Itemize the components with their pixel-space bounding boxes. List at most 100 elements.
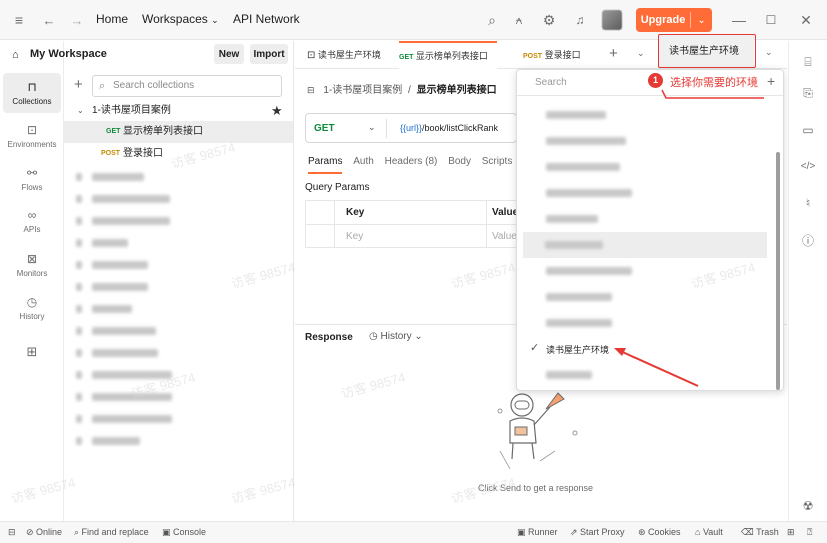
comments-icon[interactable]: ▭ bbox=[798, 120, 818, 140]
invite-user-icon[interactable]: ⍲ bbox=[510, 11, 528, 29]
tab-get-rank[interactable]: GET 显示榜单列表接口 bbox=[399, 41, 497, 69]
environment-search-input[interactable]: Search bbox=[535, 77, 567, 88]
list-item[interactable] bbox=[92, 327, 156, 335]
console-button[interactable]: ▣ Console bbox=[162, 527, 206, 538]
request-row[interactable]: GET 显示榜单列表接口 bbox=[64, 121, 293, 143]
list-item[interactable] bbox=[92, 349, 158, 357]
breadcrumb-request[interactable]: 显示榜单列表接口 bbox=[417, 85, 497, 96]
list-item[interactable] bbox=[92, 437, 140, 445]
trash-button[interactable]: ⌫ Trash bbox=[741, 527, 779, 538]
file-icon[interactable]: ⎘ bbox=[798, 83, 818, 103]
rail-configure[interactable]: ⊞ bbox=[3, 333, 61, 373]
search-icon[interactable]: ⌕ bbox=[483, 11, 501, 29]
list-item[interactable] bbox=[76, 283, 82, 291]
tab-post-login[interactable]: POST 登录接口 bbox=[523, 41, 603, 69]
subtab-auth[interactable]: Auth bbox=[353, 156, 374, 167]
list-item[interactable] bbox=[76, 327, 82, 335]
list-item[interactable] bbox=[76, 415, 82, 423]
list-item[interactable] bbox=[92, 173, 144, 181]
settings-icon[interactable]: ⚙ bbox=[540, 11, 558, 29]
list-item[interactable] bbox=[92, 261, 148, 269]
code-icon[interactable]: </> bbox=[798, 156, 818, 176]
online-status[interactable]: ⊘ Online bbox=[26, 527, 62, 538]
list-item[interactable] bbox=[76, 437, 82, 445]
upgrade-button[interactable]: Upgrade ⌄ bbox=[636, 8, 712, 32]
back-arrow-icon[interactable]: ← bbox=[40, 11, 58, 29]
api-network-link[interactable]: API Network bbox=[233, 12, 300, 26]
add-icon[interactable]: + bbox=[74, 76, 83, 93]
add-tab-icon[interactable]: + bbox=[609, 45, 618, 62]
subtab-params[interactable]: Params bbox=[308, 156, 343, 174]
close-icon[interactable]: ✕ bbox=[797, 11, 815, 29]
collection-row[interactable]: ⌄ 1-读书屋项目案例 ★ bbox=[64, 100, 293, 122]
workspaces-menu[interactable]: Workspaces ⌄ bbox=[142, 12, 219, 26]
maximize-icon[interactable]: ☐ bbox=[762, 11, 780, 29]
list-item[interactable] bbox=[76, 261, 82, 269]
dropdown-scrollbar[interactable] bbox=[776, 152, 780, 390]
minimize-icon[interactable]: — bbox=[730, 11, 748, 29]
sidebar-toggle-icon[interactable]: ⊟ bbox=[8, 527, 16, 538]
list-item[interactable] bbox=[76, 195, 82, 203]
start-proxy-button[interactable]: ⇗ Start Proxy bbox=[570, 527, 625, 538]
vault-button[interactable]: ⌂ Vault bbox=[695, 527, 723, 537]
runner-button[interactable]: ▣ Runner bbox=[517, 527, 558, 538]
layout-icon[interactable]: ⊞ bbox=[787, 527, 795, 538]
table-divider bbox=[486, 201, 487, 248]
upgrade-chevron-icon[interactable]: ⌄ bbox=[691, 15, 712, 26]
list-item[interactable] bbox=[92, 195, 170, 203]
workspace-title[interactable]: My Workspace bbox=[30, 48, 107, 60]
request-subtabs: Params Auth Headers (8) Body Scripts bbox=[308, 156, 513, 174]
tabs-dropdown-icon[interactable]: ⌄ bbox=[637, 48, 645, 59]
subtab-scripts[interactable]: Scripts bbox=[482, 156, 513, 167]
cookies-button[interactable]: ⊛ Cookies bbox=[638, 527, 681, 538]
rail-collections[interactable]: ⊓ Collections bbox=[3, 73, 61, 113]
list-item[interactable] bbox=[92, 415, 172, 423]
hamburger-icon[interactable]: ≡ bbox=[10, 11, 28, 29]
import-button[interactable]: Import bbox=[250, 44, 288, 64]
url-input[interactable]: {{url}}/book/listClickRank bbox=[400, 123, 498, 133]
key-input[interactable]: Key bbox=[346, 231, 363, 242]
subtab-body[interactable]: Body bbox=[448, 156, 471, 167]
runner-label: Runner bbox=[528, 527, 558, 537]
history-label: History bbox=[380, 331, 412, 342]
history-dropdown[interactable]: ◷ History ⌄ bbox=[369, 331, 423, 342]
list-item[interactable] bbox=[76, 239, 82, 247]
list-item[interactable] bbox=[92, 217, 170, 225]
divider bbox=[386, 119, 387, 138]
star-icon[interactable]: ★ bbox=[271, 100, 283, 122]
start-proxy-label: Start Proxy bbox=[580, 527, 625, 537]
rail-apis[interactable]: ∞ APIs bbox=[3, 201, 61, 241]
documentation-icon[interactable]: ⌸ bbox=[798, 52, 818, 72]
bell-icon[interactable]: ♫ bbox=[571, 11, 589, 29]
help-icon[interactable]: ⍰ bbox=[807, 527, 812, 538]
avatar[interactable] bbox=[602, 10, 622, 30]
tab-environment[interactable]: ⊡ 读书屋生产环境 bbox=[307, 41, 397, 69]
forward-arrow-icon[interactable]: → bbox=[68, 11, 86, 29]
method-select[interactable]: GET bbox=[314, 123, 335, 134]
list-item[interactable] bbox=[76, 393, 82, 401]
find-replace-button[interactable]: ⌕ Find and replace bbox=[74, 527, 149, 538]
list-item[interactable] bbox=[76, 173, 82, 181]
home-link[interactable]: Home bbox=[96, 12, 128, 26]
search-collections-input[interactable]: ⌕ Search collections bbox=[92, 75, 282, 97]
new-button[interactable]: New bbox=[214, 44, 244, 64]
related-icon[interactable]: ♮ bbox=[798, 193, 818, 213]
rail-monitors[interactable]: ⊠ Monitors bbox=[3, 245, 61, 285]
value-input[interactable]: Value bbox=[492, 231, 517, 242]
info-icon[interactable]: ⓘ bbox=[798, 230, 818, 250]
environment-chevron-icon[interactable]: ⌄ bbox=[765, 47, 773, 58]
list-item[interactable] bbox=[92, 283, 148, 291]
breadcrumb-collection[interactable]: 1-读书屋项目案例 bbox=[323, 85, 402, 96]
list-item[interactable] bbox=[92, 239, 128, 247]
list-item[interactable] bbox=[76, 349, 82, 357]
list-item[interactable] bbox=[76, 217, 82, 225]
rail-environments[interactable]: ⊡ Environments bbox=[3, 116, 61, 156]
subtab-headers[interactable]: Headers (8) bbox=[385, 156, 438, 167]
bootcamp-icon[interactable]: ☢ bbox=[798, 496, 818, 516]
rail-history[interactable]: ◷ History bbox=[3, 288, 61, 328]
list-item[interactable] bbox=[76, 305, 82, 313]
rail-flows[interactable]: ⚯ Flows bbox=[3, 159, 61, 199]
list-item[interactable] bbox=[76, 371, 82, 379]
http-icon: ⊟ bbox=[307, 85, 315, 95]
list-item[interactable] bbox=[92, 305, 132, 313]
